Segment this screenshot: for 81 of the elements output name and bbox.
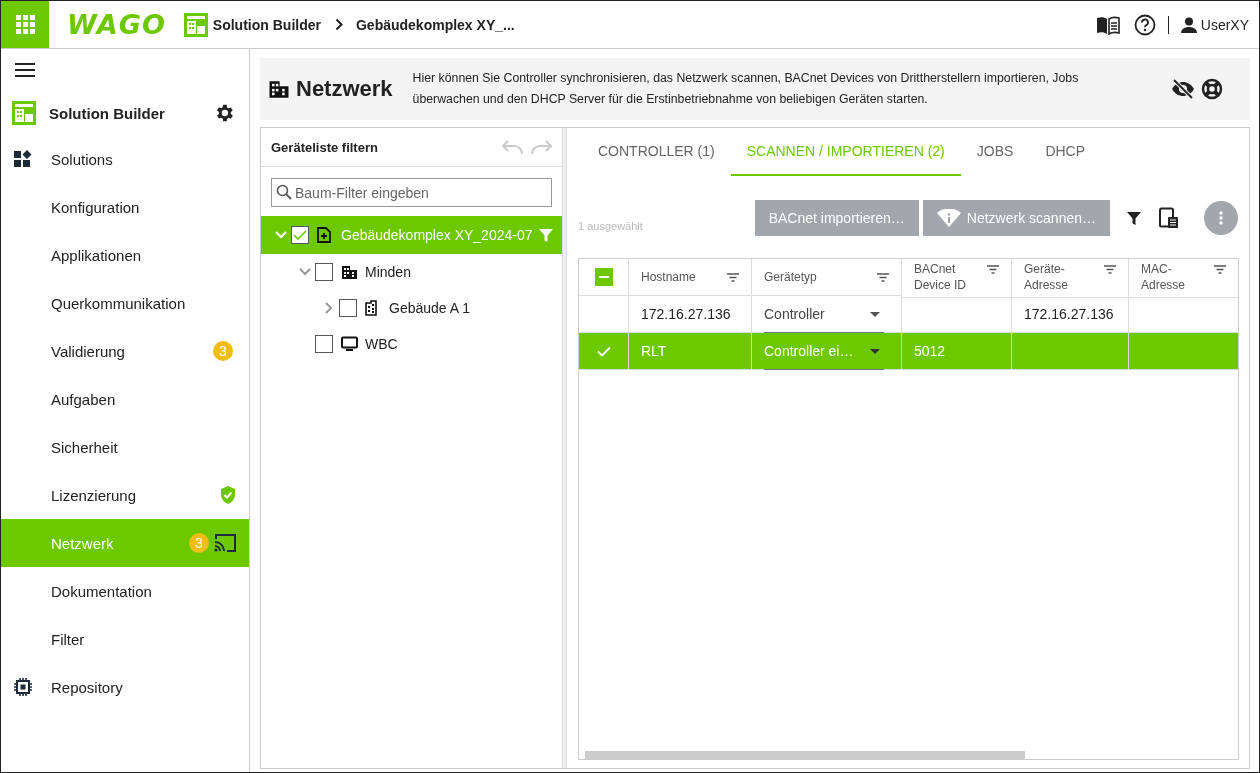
checkbox[interactable] (339, 299, 357, 317)
chevron-right-icon[interactable] (325, 302, 333, 314)
shield-check-icon (219, 485, 237, 505)
column-header[interactable]: MAC-Adresse (1141, 261, 1210, 293)
chevron-down-icon[interactable] (299, 268, 311, 276)
scrollbar-thumb[interactable] (585, 751, 1025, 759)
more-vertical-icon (1219, 211, 1223, 225)
user-menu-button[interactable]: UserXY (1180, 16, 1249, 33)
caret-icon (870, 311, 880, 317)
checkbox[interactable] (315, 263, 333, 281)
sort-filter-icon[interactable] (877, 272, 889, 282)
column-header[interactable]: BACnet Device ID (914, 261, 983, 293)
sort-filter-icon[interactable] (987, 265, 999, 274)
tree-item-label: Gebäudekomplex XY_2024-07 (341, 227, 533, 243)
count-badge: 3 (189, 533, 209, 553)
sidebar-item[interactable]: Dokumentation (1, 567, 249, 615)
device-type-dropdown[interactable]: Controller (764, 296, 884, 333)
sidebar-item[interactable]: Applikationen (1, 231, 249, 279)
page-building-icon (268, 79, 290, 99)
tree-item[interactable]: Minden (261, 254, 562, 290)
building-logo-icon (183, 12, 208, 37)
column-header[interactable]: Gerätetyp (764, 270, 817, 284)
sidebar-item[interactable]: Querkommunikation (1, 279, 249, 327)
sort-filter-icon[interactable] (1214, 265, 1226, 274)
check-icon (596, 345, 611, 357)
search-field[interactable]: Baum-Filter eingeben (271, 178, 552, 207)
sidebar-item[interactable]: Aufgaben (1, 375, 249, 423)
chip-icon (13, 677, 33, 697)
breadcrumb-link[interactable]: Solution Builder (212, 16, 321, 33)
sidebar-item[interactable]: Validierung 3 (1, 327, 249, 375)
sidebar-item[interactable]: Filter (1, 615, 249, 663)
column-header[interactable]: Hostname (641, 270, 696, 284)
chevron-right-icon (334, 18, 344, 31)
tree-item-label: Minden (365, 264, 411, 280)
menu-icon[interactable] (15, 63, 35, 77)
table-cell: 5012 (902, 333, 1012, 370)
tree-item[interactable]: Gebäude A 1 (261, 290, 562, 326)
sort-filter-icon[interactable] (1104, 265, 1116, 274)
building-logo-icon (12, 101, 36, 125)
device-list-icon[interactable] (1158, 207, 1180, 229)
building-icon (365, 300, 377, 316)
table-cell: RLT (629, 333, 752, 370)
tree-item[interactable]: WBC (261, 326, 562, 362)
sidebar-item[interactable]: Konfiguration (1, 183, 249, 231)
splitter-handle[interactable] (562, 128, 567, 768)
help-icon[interactable] (1133, 13, 1156, 36)
wifi-info-icon (936, 209, 961, 227)
tab[interactable]: CONTROLLER (1) (582, 128, 731, 176)
sidebar-item[interactable]: Lizenzierung (1, 471, 249, 519)
page-title: Netzwerk (296, 76, 393, 102)
tab[interactable]: DHCP (1029, 128, 1102, 176)
page-description: Hier können Sie Controller synchronisieren, das Netzwerk scannen, BACnet Devices von Drittherstellern importieren, Jobs überwachen und den DHCP Server für die Erstinbetriebnahme von beliebigen Geräten starten. (412, 70, 1080, 108)
selection-count: 1 ausgewählt (578, 220, 643, 232)
sidebar-item[interactable]: Sicherheit (1, 423, 249, 471)
filter-icon[interactable] (1126, 210, 1142, 226)
sidebar-item[interactable]: Solutions (1, 135, 249, 183)
monitor-icon (341, 336, 358, 352)
wago-logo: WAGO (67, 9, 166, 40)
row-check-cell[interactable] (579, 333, 629, 370)
sidebar-item[interactable]: Repository (1, 663, 249, 711)
count-badge: 3 (213, 341, 233, 361)
tree-item-label: Gebäude A 1 (389, 300, 470, 316)
cast-icon (213, 533, 237, 553)
checkbox[interactable] (291, 226, 309, 244)
lifebuoy-icon[interactable] (1200, 78, 1223, 100)
eye-off-icon[interactable] (1170, 79, 1195, 99)
tab[interactable]: JOBS (960, 128, 1030, 176)
city-buildings-icon (341, 264, 358, 280)
book-icon[interactable] (1095, 14, 1120, 35)
caret-icon (870, 348, 880, 354)
panel-title: Geräteliste filtern (271, 139, 378, 155)
tiles-icon (13, 149, 33, 169)
user-icon (1180, 16, 1197, 33)
tree-item-label: WBC (365, 336, 398, 352)
column-header[interactable]: Geräte-Adresse (1024, 261, 1094, 293)
breadcrumb-link[interactable]: Gebäudekomplex XY_... (355, 16, 515, 33)
document-plus-icon (317, 227, 331, 243)
checkbox[interactable] (315, 335, 333, 353)
select-all-checkbox[interactable] (594, 268, 613, 286)
sidebar-title: Solution Builder (49, 104, 165, 122)
sort-filter-icon[interactable] (727, 272, 739, 282)
